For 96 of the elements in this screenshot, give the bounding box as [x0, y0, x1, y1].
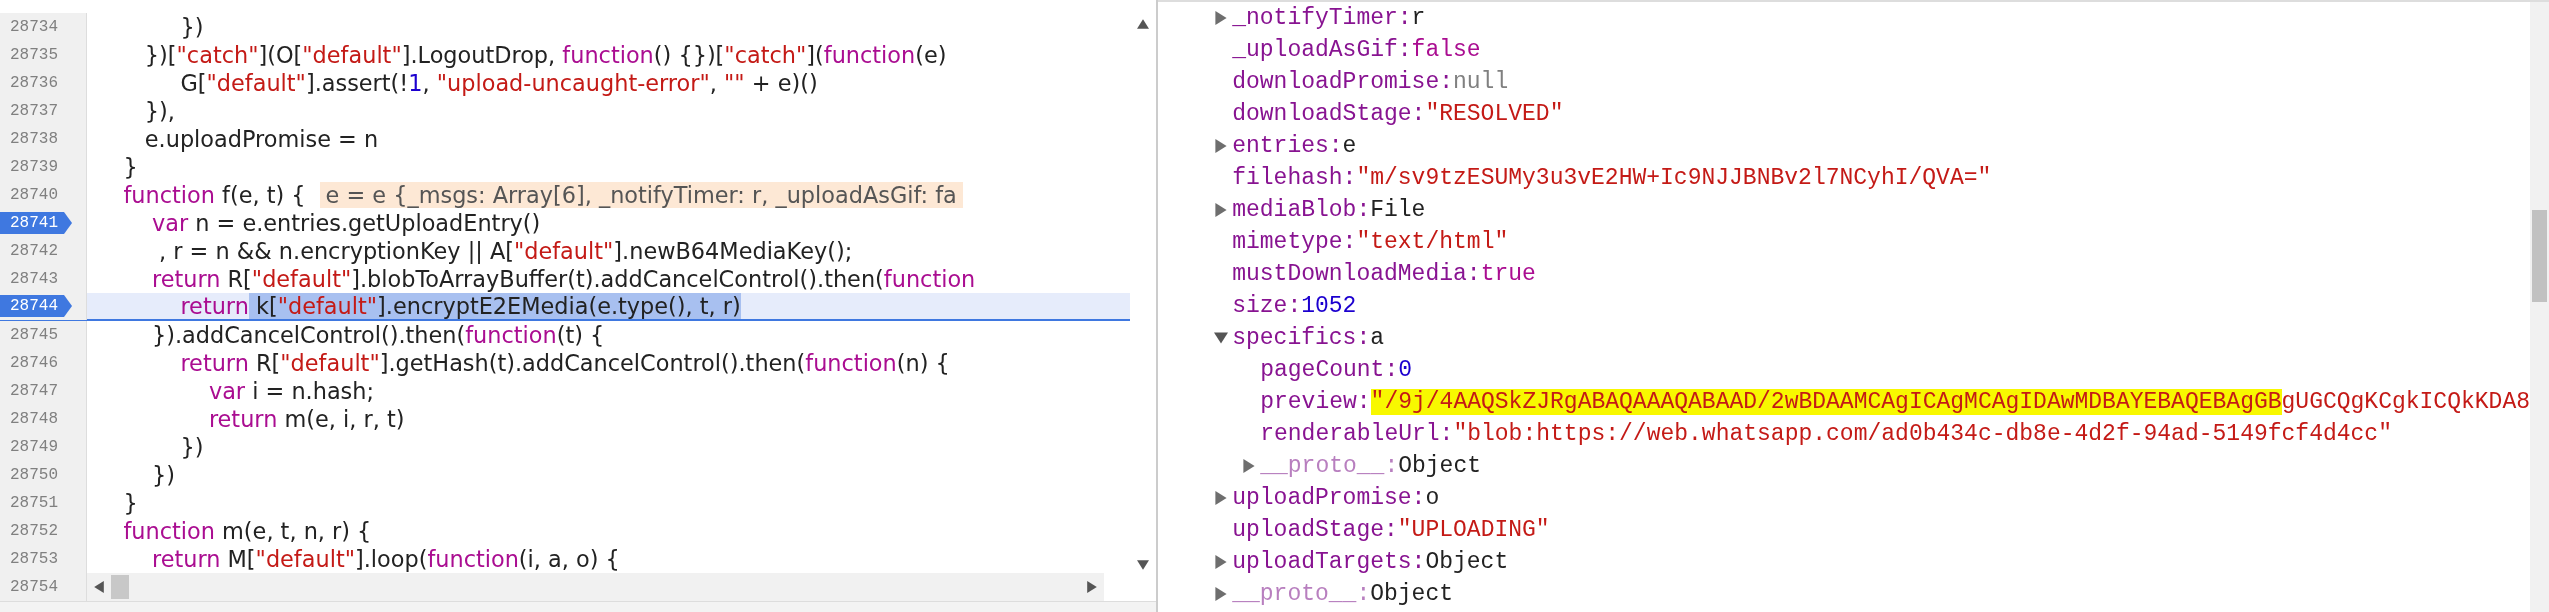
code-line: }): [179, 13, 204, 41]
line-number: 28735: [9, 45, 58, 66]
scroll-down-arrow-icon[interactable]: [1136, 559, 1151, 571]
code-line: , r = n && n.encryptionKey || A["default"].newB64MediaKey();: [158, 237, 853, 265]
property-value: 0: [1398, 355, 1412, 385]
property-name: __proto__:: [1232, 579, 1371, 609]
line-number: 28742: [9, 241, 58, 262]
property-value: e: [1342, 131, 1357, 161]
line-number: 28746: [9, 353, 58, 374]
property-value: true: [1480, 259, 1536, 289]
line-number: 28734: [9, 17, 58, 38]
property-name: size:: [1232, 291, 1302, 321]
inline-value: e = e {_msgs: Array[6], _notifyTimer: r, _uploadAsGif: fa: [319, 182, 963, 208]
line-number: 28748: [9, 409, 58, 430]
line-number: 28745: [9, 325, 58, 346]
code-line: }: [122, 489, 138, 517]
code-line: e.uploadPromise = n: [143, 125, 379, 153]
disclosure-triangle-icon[interactable]: [1214, 587, 1229, 601]
breakpoint-line-number[interactable]: 28744: [0, 295, 72, 317]
disclosure-triangle-icon[interactable]: [1242, 459, 1257, 473]
property-name: entries:: [1232, 131, 1343, 161]
code-line: return R["default"].getHash(t).addCancelControl().then(function(n) {: [179, 349, 950, 377]
line-number: 28749: [9, 437, 58, 458]
property-name: __proto__:: [1260, 451, 1399, 481]
property-value: "RESOLVED": [1425, 99, 1564, 129]
vertical-scrollbar[interactable]: [2530, 2, 2549, 612]
property-name: _notifyTimer:: [1232, 3, 1412, 33]
scroll-left-arrow-icon[interactable]: [93, 580, 105, 594]
line-number: 28750: [9, 465, 58, 486]
property-value: Object: [1425, 547, 1509, 577]
scrollbar-thumb[interactable]: [2532, 210, 2547, 302]
code-line: function f(e, t) {: [122, 181, 306, 209]
property-name: _uploadAsGif:: [1232, 35, 1412, 65]
scroll-right-arrow-icon[interactable]: [1086, 580, 1099, 594]
line-number: 28743: [9, 269, 58, 290]
line-number: 28751: [9, 493, 58, 514]
property-value: r: [1411, 3, 1426, 33]
property-value: "/9j/4AAQSkZJRgABAQAAAQABAAD/2wBDAAMCAgICAgMCAgIDAwMDBAYEBAQEBAgGBgUGCQgKCgkICQkKDA8: [1370, 387, 2530, 417]
property-name: mustDownloadMedia:: [1232, 259, 1481, 289]
property-value: "blob:https://web.whatsapp.com/ad0b434c-db8e-4d2f-94ad-5149fcf4d4cc": [1453, 419, 2392, 449]
line-number: 28736: [9, 73, 58, 94]
property-value: Object: [1370, 579, 1454, 609]
code-line: function m(e, t, n, r) {: [122, 517, 372, 545]
code-line: }): [150, 461, 175, 489]
code-line: var i = n.hash;: [207, 377, 375, 405]
scrollbar-thumb[interactable]: [111, 575, 129, 599]
code-line: return M["default"].loop(function(i, a, o) {: [150, 545, 620, 573]
property-value: File: [1370, 195, 1426, 225]
line-number: 28739: [9, 157, 58, 178]
code-line: return m(e, i, r, t): [207, 405, 405, 433]
property-value: "text/html": [1356, 227, 1509, 257]
line-number: 28752: [9, 521, 58, 542]
line-number: 28754: [9, 577, 58, 598]
property-value: 1052: [1301, 291, 1357, 321]
property-name: downloadPromise:: [1232, 67, 1453, 97]
property-value: o: [1425, 483, 1440, 513]
line-number: 28747: [9, 381, 58, 402]
disclosure-triangle-icon[interactable]: [1214, 555, 1229, 569]
line-number: 28738: [9, 129, 58, 150]
property-name: mediaBlob:: [1232, 195, 1371, 225]
scroll-up-arrow-icon[interactable]: [1136, 18, 1151, 30]
breakpoint-line-number[interactable]: 28741: [0, 212, 72, 234]
property-value: null: [1453, 67, 1509, 97]
code-line: G["default"].assert(!1, "upload-uncaught-error", "" + e)(): [179, 69, 818, 97]
code-line: return k["default"].encryptE2EMedia(e.type(), t, r): [179, 292, 741, 320]
disclosure-triangle-icon[interactable]: [1214, 331, 1229, 345]
property-name: uploadPromise:: [1232, 483, 1426, 513]
code-line: }): [179, 433, 204, 461]
disclosure-triangle-icon[interactable]: [1214, 11, 1229, 25]
property-name: mimetype:: [1232, 227, 1357, 257]
property-name: specifics:: [1232, 323, 1371, 353]
line-number: 28737: [9, 101, 58, 122]
property-value: "UPLOADING": [1397, 515, 1550, 545]
horizontal-scrollbar[interactable]: [87, 573, 1105, 601]
code-line: }: [122, 153, 138, 181]
code-line: })["catch"](O["default"].LogoutDrop, function() {})["catch"](function(e): [143, 41, 947, 69]
code-line: }),: [143, 97, 175, 125]
disclosure-triangle-icon[interactable]: [1214, 203, 1229, 217]
property-name: preview:: [1260, 387, 1371, 417]
disclosure-triangle-icon[interactable]: [1214, 139, 1229, 153]
property-name: uploadTargets:: [1232, 547, 1426, 577]
code-line: var n = e.entries.getUploadEntry(): [150, 209, 541, 237]
property-value: a: [1370, 323, 1384, 353]
property-value: "m/sv9tzESUMy3u3vE2HW+Ic9NJJBNBv2l7NCyhI/QVA=": [1356, 163, 1992, 193]
code-line: }).addCancelControl().then(function(t) {: [150, 321, 605, 349]
line-number: 28753: [9, 549, 58, 570]
property-value: Object: [1398, 451, 1482, 481]
property-value: false: [1411, 35, 1481, 65]
disclosure-triangle-icon[interactable]: [1214, 491, 1229, 505]
property-name: downloadStage:: [1232, 99, 1426, 129]
property-name: filehash:: [1232, 163, 1357, 193]
code-line: return R["default"].blobToArrayBuffer(t).addCancelControl().then(function: [150, 265, 976, 293]
property-name: uploadStage:: [1232, 515, 1398, 545]
line-number: 28740: [9, 185, 58, 206]
property-name: renderableUrl:: [1260, 419, 1454, 449]
property-name: pageCount:: [1260, 355, 1399, 385]
